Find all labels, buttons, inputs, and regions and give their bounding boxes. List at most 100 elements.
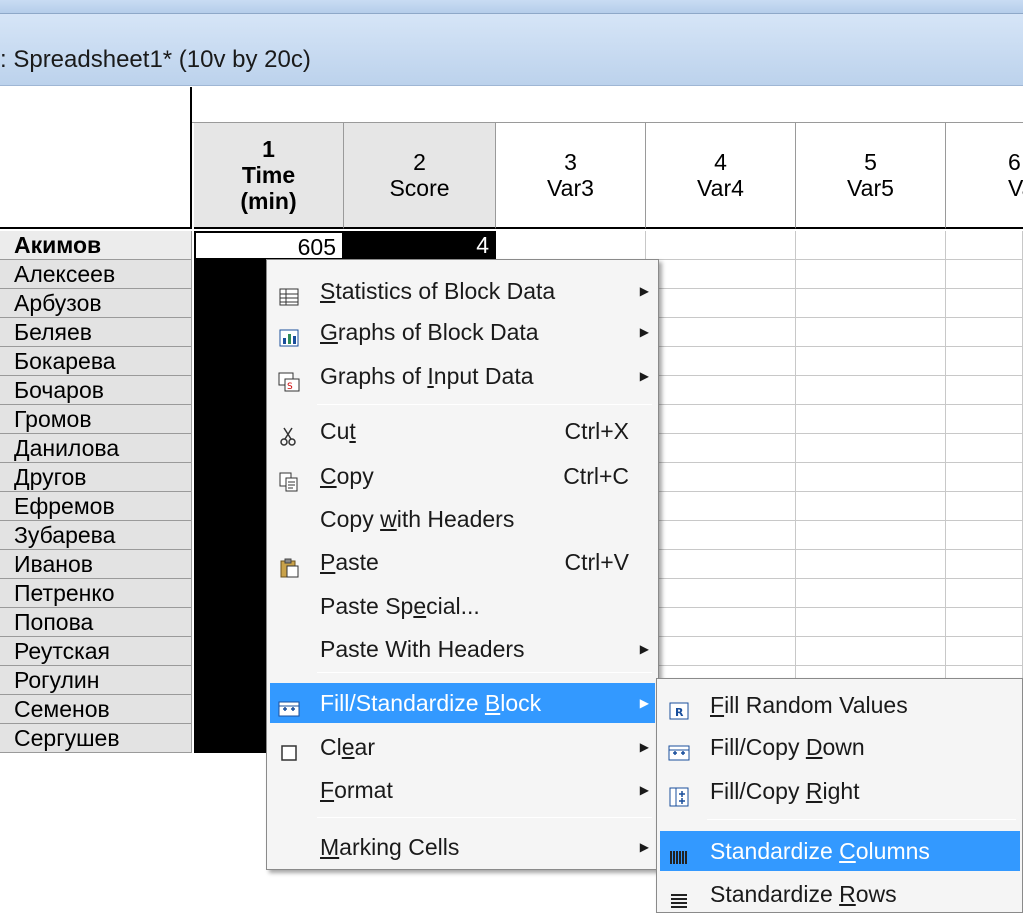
- cell[interactable]: [646, 405, 796, 434]
- row-header[interactable]: Громов: [0, 405, 192, 434]
- cell[interactable]: [646, 608, 796, 637]
- row-header[interactable]: Ефремов: [0, 492, 192, 521]
- row-header[interactable]: Семенов: [0, 695, 192, 724]
- menu-item-fill-down[interactable]: Fill/Copy Down: [660, 727, 1020, 767]
- menu-item-shortcut: Ctrl+V: [564, 549, 629, 575]
- menu-item-std-rows[interactable]: Standardize Rows: [660, 874, 1020, 913]
- menu-item-paste-headers[interactable]: Paste With Headers ▶: [270, 629, 655, 669]
- cell[interactable]: [946, 405, 1023, 434]
- cell[interactable]: [646, 260, 796, 289]
- menu-item-fill-random[interactable]: R Fill Random Values: [660, 685, 1020, 725]
- column-name: Score: [389, 175, 450, 201]
- menu-item-fill-right[interactable]: Fill/Copy Right: [660, 771, 1020, 811]
- cell[interactable]: [946, 260, 1023, 289]
- menu-item-paste-special[interactable]: Paste Special...: [270, 586, 655, 626]
- cell[interactable]: [946, 376, 1023, 405]
- menu-item-cut[interactable]: Cut Ctrl+X: [270, 411, 655, 451]
- menu-item-copy-headers[interactable]: Copy with Headers: [270, 499, 655, 539]
- menu-item-clear[interactable]: Clear ▶: [270, 727, 655, 767]
- cell[interactable]: [646, 550, 796, 579]
- menu-item-marking[interactable]: Marking Cells ▶: [270, 827, 655, 867]
- row-header[interactable]: Арбузов: [0, 289, 192, 318]
- cell[interactable]: [946, 347, 1023, 376]
- cell[interactable]: [946, 231, 1023, 260]
- row-header[interactable]: Беляев: [0, 318, 192, 347]
- cell[interactable]: [796, 463, 946, 492]
- column-header-4[interactable]: 4 Var4: [646, 123, 796, 229]
- row-header[interactable]: Акимов: [0, 231, 192, 260]
- cell[interactable]: [946, 463, 1023, 492]
- menu-item-stats[interactable]: Statistics of Block Data ▶: [270, 271, 655, 311]
- cell[interactable]: [646, 318, 796, 347]
- cell[interactable]: [796, 579, 946, 608]
- cell[interactable]: [946, 608, 1023, 637]
- menu-item-copy[interactable]: Copy Ctrl+C: [270, 456, 655, 496]
- cell[interactable]: [946, 289, 1023, 318]
- cell[interactable]: [946, 492, 1023, 521]
- column-header-3[interactable]: 3 Var3: [496, 123, 646, 229]
- row-header[interactable]: Попова: [0, 608, 192, 637]
- cell[interactable]: [946, 521, 1023, 550]
- menu-item-std-columns[interactable]: Standardize Columns: [660, 831, 1020, 871]
- row-header[interactable]: Зубарева: [0, 521, 192, 550]
- menu-item-label: Clear: [320, 734, 375, 760]
- row-header[interactable]: Алексеев: [0, 260, 192, 289]
- cell[interactable]: [646, 347, 796, 376]
- cell[interactable]: [946, 550, 1023, 579]
- submenu-arrow-icon: ▶: [639, 696, 649, 710]
- row-header[interactable]: Другов: [0, 463, 192, 492]
- menu-item-paste[interactable]: Paste Ctrl+V: [270, 542, 655, 582]
- row-header[interactable]: Бочаров: [0, 376, 192, 405]
- cell[interactable]: [496, 231, 646, 260]
- column-header-1[interactable]: 1 Time (min): [194, 123, 344, 229]
- cell[interactable]: [646, 463, 796, 492]
- row-header[interactable]: Сергушев: [0, 724, 192, 753]
- cell[interactable]: [646, 579, 796, 608]
- cell[interactable]: [646, 231, 796, 260]
- cell[interactable]: [646, 376, 796, 405]
- window-title: : Spreadsheet1* (10v by 20c): [0, 46, 311, 73]
- fill-down-icon: [668, 736, 690, 761]
- row-header[interactable]: Иванов: [0, 550, 192, 579]
- cell[interactable]: [946, 637, 1023, 666]
- cell[interactable]: [946, 579, 1023, 608]
- cell[interactable]: [796, 376, 946, 405]
- menu-item-label: Paste With Headers: [320, 636, 525, 662]
- cell[interactable]: [796, 318, 946, 347]
- row-header[interactable]: Бокарева: [0, 347, 192, 376]
- cell[interactable]: [796, 608, 946, 637]
- title-bar: : Spreadsheet1* (10v by 20c): [0, 14, 1023, 86]
- row-header[interactable]: Петренко: [0, 579, 192, 608]
- cell[interactable]: [946, 434, 1023, 463]
- row-header[interactable]: Рогулин: [0, 666, 192, 695]
- row-header[interactable]: Данилова: [0, 434, 192, 463]
- cell[interactable]: 605: [194, 231, 344, 260]
- cell[interactable]: 4: [344, 231, 496, 260]
- menu-item-graphs-block[interactable]: Graphs of Block Data ▶: [270, 312, 655, 352]
- cell[interactable]: [796, 492, 946, 521]
- cell[interactable]: [796, 434, 946, 463]
- cell[interactable]: [646, 637, 796, 666]
- cell[interactable]: [796, 550, 946, 579]
- column-header-5[interactable]: 5 Var5: [796, 123, 946, 229]
- column-header-6[interactable]: 6 Va: [946, 123, 1023, 229]
- cell[interactable]: [646, 492, 796, 521]
- column-header-2[interactable]: 2 Score: [344, 123, 496, 229]
- cell[interactable]: [796, 289, 946, 318]
- cell[interactable]: [946, 318, 1023, 347]
- menu-item-format[interactable]: Format ▶: [270, 770, 655, 810]
- menu-item-graphs-input[interactable]: S Graphs of Input Data ▶: [270, 356, 655, 396]
- cell[interactable]: [796, 521, 946, 550]
- cell[interactable]: [646, 434, 796, 463]
- grid-corner[interactable]: [0, 87, 192, 229]
- cell[interactable]: [646, 289, 796, 318]
- row-header[interactable]: Реутская: [0, 637, 192, 666]
- menu-item-fill-standardize[interactable]: Fill/Standardize Block ▶: [270, 683, 655, 723]
- cell[interactable]: [796, 260, 946, 289]
- cell[interactable]: [796, 231, 946, 260]
- cell[interactable]: [646, 521, 796, 550]
- cell[interactable]: [796, 347, 946, 376]
- cell[interactable]: [796, 405, 946, 434]
- cell[interactable]: [796, 637, 946, 666]
- submenu-arrow-icon: ▶: [639, 284, 649, 298]
